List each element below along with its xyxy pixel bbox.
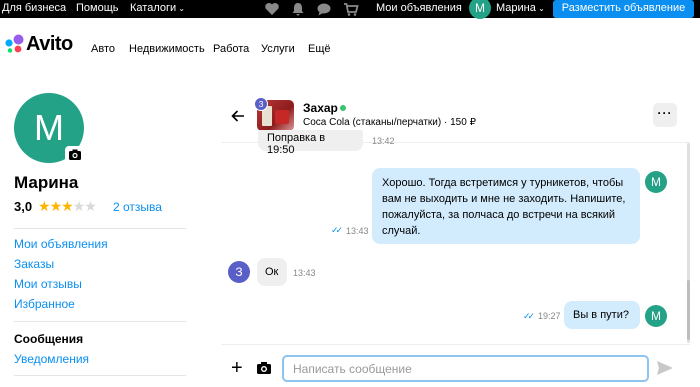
message-bubble-incoming: Поправка в 19:50: [258, 130, 363, 156]
sidebar-item-my-reviews[interactable]: Мои отзывы: [14, 277, 82, 291]
my-avatar: М: [645, 171, 667, 193]
reviews-link[interactable]: 2 отзыва: [113, 200, 162, 214]
nav-item-realty[interactable]: Недвижимость: [129, 43, 205, 55]
user-avatar[interactable]: М: [469, 0, 491, 19]
my-avatar: М: [645, 305, 667, 327]
message-text: Вы в пути?: [573, 309, 629, 321]
nav-item-services[interactable]: Услуги: [261, 43, 295, 55]
change-photo-button[interactable]: [65, 146, 85, 164]
attach-plus-icon[interactable]: +: [231, 358, 243, 378]
divider: [14, 228, 186, 229]
catalogs-label: Каталоги: [130, 2, 177, 14]
chevron-down-icon: ⌄: [176, 4, 186, 13]
message-time: 13:42: [372, 136, 395, 146]
user-menu[interactable]: Марина ⌄: [496, 2, 545, 14]
message-bubble-incoming: Ок: [257, 258, 287, 286]
message-bubble-outgoing: Хорошо. Тогда встретимся у турникетов, ч…: [372, 168, 640, 244]
nav-item-more[interactable]: Ещё: [308, 43, 331, 55]
star-filled-icon: ★: [38, 198, 51, 214]
partner-avatar-badge: З: [254, 97, 268, 111]
chevron-down-icon: ⌄: [535, 4, 545, 13]
message-text: Поправка в 19:50: [267, 132, 326, 156]
partner-avatar: З: [228, 261, 250, 283]
divider: [221, 344, 690, 345]
message-input[interactable]: [282, 355, 649, 382]
camera-icon: [69, 149, 81, 160]
user-name-label: Марина: [496, 2, 536, 14]
item-title-price[interactable]: Coca Cola (стаканы/перчатки) · 150 ₽: [303, 117, 476, 128]
for-business-link[interactable]: Для бизнеса: [2, 2, 66, 14]
star-filled-icon: ★: [61, 198, 74, 214]
sidebar-item-messages[interactable]: Сообщения: [14, 332, 83, 346]
nav-item-auto[interactable]: Авто: [91, 43, 115, 55]
message-time: 13:43: [346, 226, 369, 236]
chat-icon[interactable]: [316, 1, 332, 17]
profile-name: Марина: [14, 173, 79, 192]
online-status-dot: [340, 105, 346, 111]
more-options-button[interactable]: ···: [653, 103, 677, 127]
star-filled-icon: ★: [49, 198, 63, 214]
message-bubble-outgoing: Вы в пути?: [564, 301, 640, 329]
read-ticks-icon: ✓✓: [331, 225, 343, 235]
bell-icon[interactable]: [290, 1, 306, 17]
rating-value: 3,0: [14, 199, 33, 214]
divider: [14, 375, 186, 376]
partner-name[interactable]: Захар: [303, 101, 338, 115]
catalogs-menu[interactable]: Каталоги ⌄: [130, 2, 185, 14]
read-ticks-icon: ✓✓: [523, 311, 535, 321]
camera-icon[interactable]: [256, 360, 272, 376]
scrollbar-thumb[interactable]: [687, 280, 690, 340]
nav-item-jobs[interactable]: Работа: [213, 43, 249, 55]
message-time: 13:43: [293, 268, 316, 278]
message-list: Поправка в 19:50 13:42 ✓✓ 13:43 Хорошо. …: [221, 130, 690, 344]
divider: [14, 321, 186, 322]
sidebar-item-orders[interactable]: Заказы: [14, 257, 54, 271]
help-link[interactable]: Помощь: [76, 2, 119, 14]
rating-stars: ★★★★★: [38, 198, 97, 215]
cart-icon[interactable]: [343, 1, 359, 17]
star-empty-icon: ★: [84, 198, 97, 214]
sidebar-item-notifications[interactable]: Уведомления: [14, 352, 89, 366]
message-time: 19:27: [538, 311, 561, 321]
avito-logo-icon[interactable]: [4, 34, 26, 54]
message-text: Ок: [265, 266, 279, 278]
post-ad-button[interactable]: Разместить объявление: [553, 0, 694, 18]
star-empty-icon: ★: [72, 198, 86, 214]
back-arrow-icon[interactable]: [231, 109, 245, 123]
avito-logo-text[interactable]: Avito: [26, 33, 73, 56]
heart-icon[interactable]: [264, 1, 280, 17]
send-icon[interactable]: [656, 360, 674, 376]
message-text: Хорошо. Тогда встретимся у турникетов, ч…: [382, 177, 626, 237]
sidebar-item-favorites[interactable]: Избранное: [14, 297, 75, 311]
sidebar-item-my-ads[interactable]: Мои объявления: [14, 237, 108, 251]
top-bar: Для бизнеса Помощь Каталоги ⌄ Мои объявл…: [0, 0, 700, 19]
my-ads-link[interactable]: Мои объявления: [376, 2, 462, 14]
